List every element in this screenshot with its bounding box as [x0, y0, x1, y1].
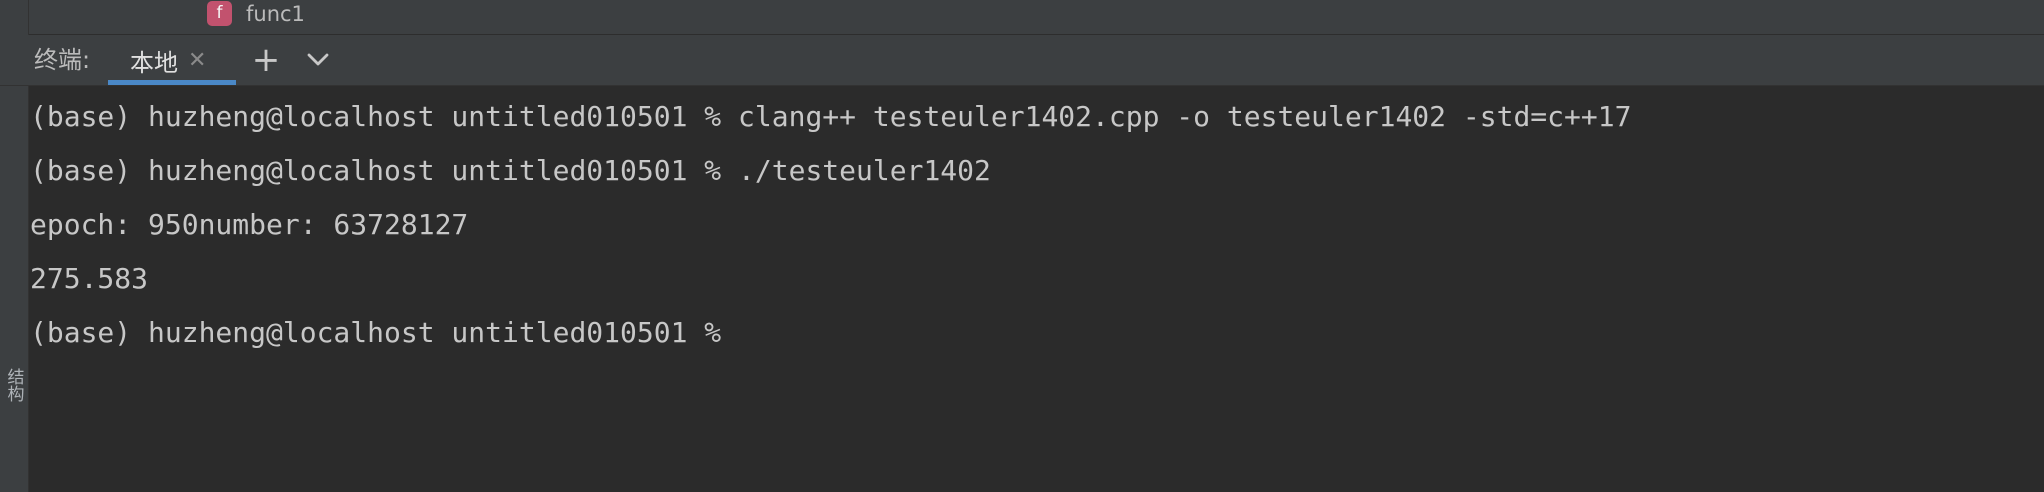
structure-tool-label: 结构 — [3, 368, 24, 402]
terminal-line: (base) huzheng@localhost untitled010501 … — [30, 154, 991, 187]
structure-tool-button[interactable]: 结构 — [0, 345, 28, 425]
tree-item-func1[interactable]: f func1 — [207, 0, 305, 27]
tab-dropdown-button[interactable] — [302, 35, 334, 85]
terminal-prompt-line: (base) huzheng@localhost untitled010501 … — [30, 316, 722, 349]
terminal-line: 275.583 — [30, 262, 149, 295]
tab-label: 本地 — [130, 48, 178, 77]
plus-icon: + — [251, 40, 281, 80]
tree-item-label: func1 — [246, 1, 305, 26]
tab-local[interactable]: 本地 ✕ — [108, 35, 236, 85]
function-icon: f — [207, 1, 232, 26]
terminal-header: 终端: 本地 ✕ + — [0, 35, 2044, 86]
new-tab-button[interactable]: + — [250, 35, 282, 85]
terminal-output[interactable]: (base) huzheng@localhost untitled010501 … — [30, 86, 2044, 492]
terminal-line: epoch: 950number: 63728127 — [30, 208, 469, 241]
structure-tree-row: f func1 — [29, 0, 2044, 35]
close-icon[interactable]: ✕ — [188, 48, 206, 73]
chevron-down-icon — [307, 53, 329, 66]
terminal-title: 终端: — [34, 46, 91, 74]
active-tab-indicator — [108, 80, 236, 85]
terminal-line: (base) huzheng@localhost untitled010501 … — [30, 100, 1632, 133]
